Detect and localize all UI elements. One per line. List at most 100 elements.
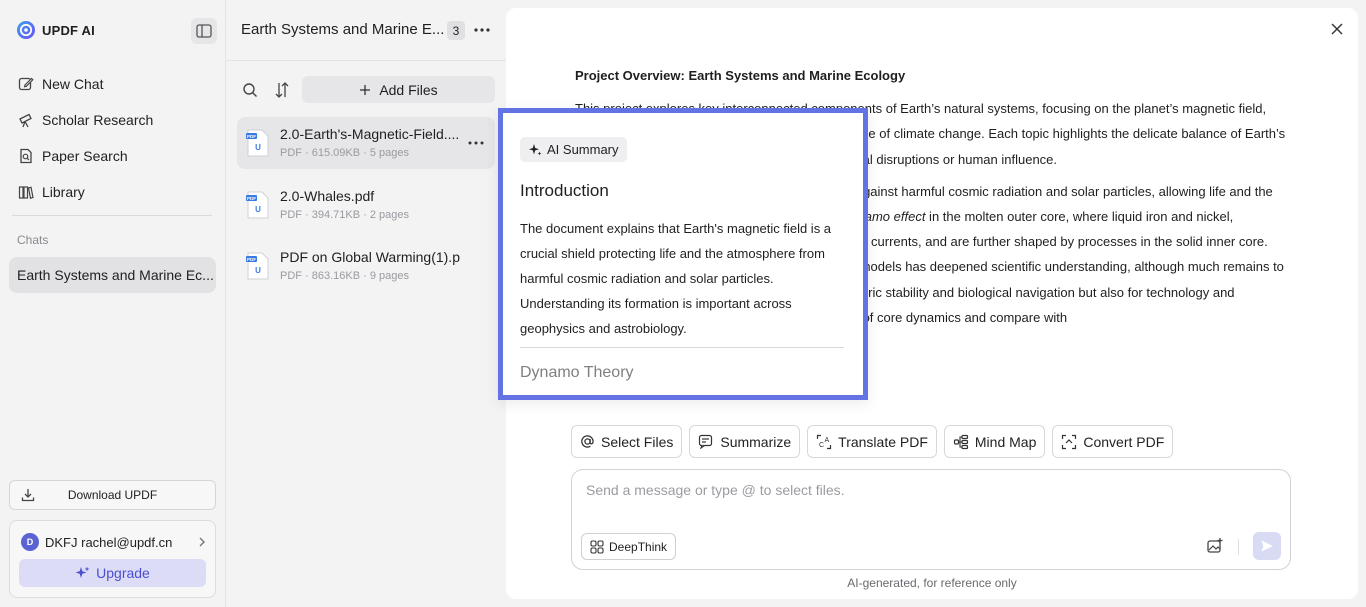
deepthink-label: DeepThink xyxy=(609,539,668,554)
sidebar-item-label: New Chat xyxy=(42,76,104,92)
svg-text:U: U xyxy=(255,143,261,152)
file-name: 2.0-Earth's-Magnetic-Field.... xyxy=(280,126,460,142)
panel-divider xyxy=(226,60,506,61)
brand[interactable]: UPDF AI xyxy=(16,20,95,40)
chats-section-label: Chats xyxy=(17,233,49,247)
sidebar-item-paper-search[interactable]: Paper Search xyxy=(18,138,214,174)
account-card: D DKFJ rachel@updf.cn Upgrade xyxy=(9,520,216,598)
send-icon xyxy=(1261,540,1273,552)
sparkle-icon xyxy=(75,566,90,578)
pdf-file-icon: PDF U xyxy=(246,252,269,280)
file-count-badge: 3 xyxy=(447,21,465,40)
sidebar-nav: New Chat Scholar Research Paper Search L… xyxy=(18,66,214,210)
ai-summary-label: AI Summary xyxy=(547,142,619,157)
action-label: Mind Map xyxy=(974,433,1037,450)
ai-summary-popup: AI Summary Introduction The document exp… xyxy=(498,108,868,400)
library-icon xyxy=(18,186,34,199)
convert-icon xyxy=(1062,434,1077,449)
sidebar-item-scholar-research[interactable]: Scholar Research xyxy=(18,102,214,138)
pdf-file-icon: PDF U xyxy=(246,191,269,219)
convert-pdf-button[interactable]: Convert PDF xyxy=(1052,425,1174,458)
paper-search-icon xyxy=(20,148,32,164)
chat-item-active[interactable]: Earth Systems and Marine Ec... xyxy=(9,257,216,293)
brand-name: UPDF AI xyxy=(42,22,95,38)
at-icon xyxy=(581,435,594,448)
close-button[interactable] xyxy=(1330,22,1344,41)
svg-text:A: A xyxy=(825,437,830,444)
add-files-label: Add Files xyxy=(379,81,438,98)
file-name: 2.0-Whales.pdf xyxy=(280,188,375,204)
telescope-icon xyxy=(19,113,32,128)
search-icon xyxy=(243,83,257,97)
file-meta: PDF · 615.09KB · 5 pages xyxy=(280,147,410,159)
plus-icon xyxy=(360,84,371,95)
close-icon xyxy=(1331,23,1343,35)
ai-summary-chip: AI Summary xyxy=(520,137,627,162)
upgrade-button[interactable]: Upgrade xyxy=(19,559,206,587)
translate-pdf-button[interactable]: C A Translate PDF xyxy=(807,425,937,458)
mind-map-button[interactable]: Mind Map xyxy=(943,425,1046,458)
document-title: Project Overview: Earth Systems and Mari… xyxy=(575,68,906,83)
action-label: Convert PDF xyxy=(1083,433,1165,450)
sidebar-item-new-chat[interactable]: New Chat xyxy=(18,66,214,102)
panel-more-button[interactable] xyxy=(472,21,492,44)
svg-text:PDF: PDF xyxy=(247,257,256,262)
chevron-right-icon xyxy=(199,537,205,547)
file-name: PDF on Global Warming(1).pdf xyxy=(280,249,460,265)
sort-icon xyxy=(275,82,289,98)
message-input[interactable] xyxy=(586,482,1266,498)
attach-image-button[interactable] xyxy=(1206,537,1224,560)
collapse-sidebar-button[interactable] xyxy=(191,18,217,44)
sidebar: UPDF AI New Chat Scholar Research Paper … xyxy=(0,0,226,607)
summary-divider xyxy=(520,347,844,348)
file-item[interactable]: PDF U 2.0-Whales.pdf PDF · 394.71KB · 2 … xyxy=(237,179,495,231)
file-meta: PDF · 863.16KB · 9 pages xyxy=(280,270,410,282)
file-more-button[interactable] xyxy=(467,136,485,155)
image-upload-icon xyxy=(1207,538,1223,553)
account-label: DKFJ rachel@updf.cn xyxy=(45,534,173,550)
pdf-file-icon: PDF U xyxy=(246,129,269,157)
svg-text:U: U xyxy=(255,205,261,214)
search-files-button[interactable] xyxy=(242,82,258,103)
action-bar: Select Files Summarize C A Translate PDF xyxy=(571,425,1174,458)
download-updf-button[interactable]: Download UPDF xyxy=(9,480,216,510)
deepthink-icon xyxy=(590,539,604,554)
file-item[interactable]: PDF U 2.0-Earth's-Magnetic-Field.... PDF… xyxy=(237,117,495,169)
svg-text:U: U xyxy=(255,266,261,275)
sparkle-icon xyxy=(529,143,542,155)
sidebar-item-label: Paper Search xyxy=(42,148,128,164)
composer-separator xyxy=(1238,539,1239,555)
select-files-button[interactable]: Select Files xyxy=(571,425,683,458)
action-label: Translate PDF xyxy=(838,433,928,450)
file-meta: PDF · 394.71KB · 2 pages xyxy=(280,209,410,221)
chat-title: Earth Systems and Marine E... xyxy=(241,21,445,38)
summarize-icon xyxy=(699,434,713,449)
sidebar-item-library[interactable]: Library xyxy=(18,174,214,210)
ai-disclaimer: AI-generated, for reference only xyxy=(847,576,1017,590)
action-label: Select Files xyxy=(601,433,674,450)
file-item[interactable]: PDF U PDF on Global Warming(1).pdf PDF ·… xyxy=(237,240,495,292)
send-button[interactable] xyxy=(1253,532,1281,560)
summary-heading: Introduction xyxy=(520,181,609,200)
more-horizontal-icon xyxy=(468,141,484,145)
more-horizontal-icon xyxy=(474,28,490,32)
files-panel: Earth Systems and Marine E... 3 Add File… xyxy=(226,0,506,607)
account-row[interactable]: D DKFJ rachel@updf.cn xyxy=(21,533,207,551)
sidebar-toggle-icon xyxy=(196,24,212,38)
message-composer: DeepThink xyxy=(571,469,1291,570)
edit-icon xyxy=(18,77,34,91)
add-files-button[interactable]: Add Files xyxy=(302,76,495,103)
sidebar-item-label: Library xyxy=(42,184,85,200)
avatar: D xyxy=(21,533,39,551)
svg-text:PDF: PDF xyxy=(247,196,256,201)
summarize-button[interactable]: Summarize xyxy=(689,425,801,458)
svg-text:C: C xyxy=(819,442,824,449)
action-label: Summarize xyxy=(720,433,792,450)
sidebar-item-label: Scholar Research xyxy=(42,112,154,128)
sidebar-divider xyxy=(12,215,212,216)
updf-logo-icon xyxy=(16,20,36,40)
sort-files-button[interactable] xyxy=(274,81,290,104)
summary-next-heading: Dynamo Theory xyxy=(520,364,634,381)
deepthink-toggle[interactable]: DeepThink xyxy=(581,533,677,560)
upgrade-label: Upgrade xyxy=(96,565,150,581)
